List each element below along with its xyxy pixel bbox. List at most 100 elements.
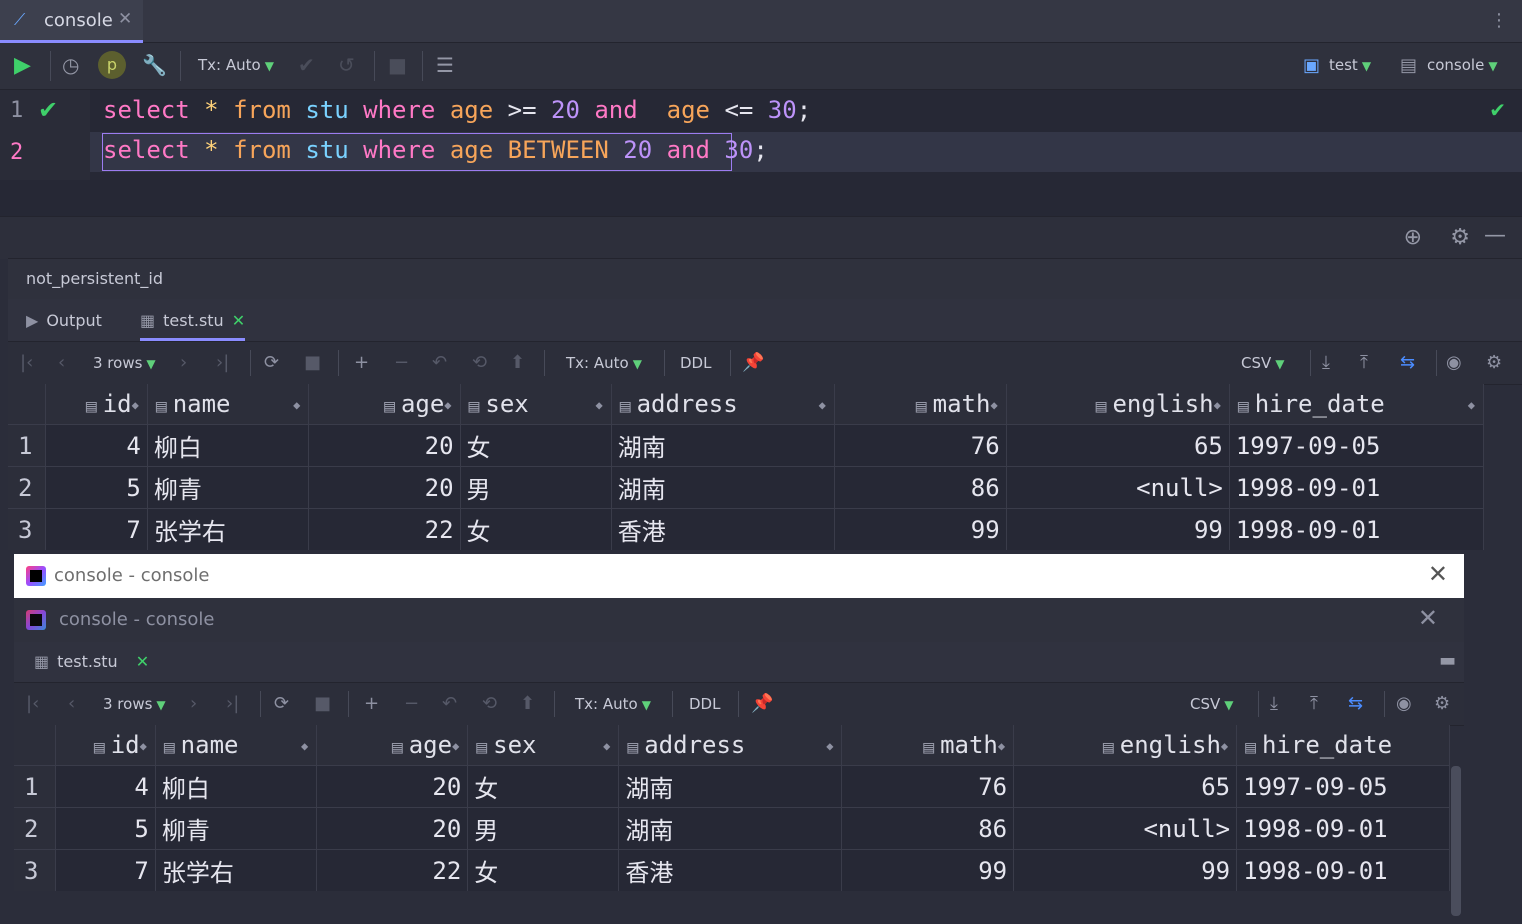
- delete-row-icon[interactable]: −: [404, 693, 419, 714]
- ddl-button[interactable]: DDL: [689, 695, 720, 713]
- next-page-icon[interactable]: ›: [180, 352, 187, 373]
- column-header[interactable]: ▤ math ◆: [841, 725, 1015, 766]
- stop-icon[interactable]: ■: [304, 352, 321, 373]
- cell-math[interactable]: 99: [841, 849, 1015, 891]
- cell-sex[interactable]: 男: [467, 807, 620, 850]
- pin-icon[interactable]: 📌: [751, 693, 773, 714]
- table-row[interactable]: 1 4 柳白 20 女 湖南 76 65 1997-09-05: [8, 424, 1485, 467]
- compare-icon[interactable]: ⇆: [1400, 352, 1415, 373]
- cell-english[interactable]: 65: [1013, 765, 1238, 808]
- rollback-icon[interactable]: ↺: [338, 53, 355, 77]
- cell-math[interactable]: 76: [841, 765, 1015, 808]
- cell-english[interactable]: 99: [1013, 849, 1238, 891]
- add-row-icon[interactable]: +: [364, 693, 379, 714]
- cell-english[interactable]: 99: [1006, 508, 1230, 550]
- prev-page-icon[interactable]: ‹: [68, 693, 75, 714]
- column-header[interactable]: ▤ age ◆: [308, 384, 461, 425]
- tab-result[interactable]: ▦ test.stu ✕: [34, 652, 149, 671]
- delete-row-icon[interactable]: −: [394, 352, 409, 373]
- cell-address[interactable]: 湖南: [618, 807, 843, 850]
- window-title-bar[interactable]: console - console ✕: [14, 554, 1464, 598]
- table-row[interactable]: 1 4 柳白 20 女 湖南 76 65 1997-09-05: [14, 765, 1450, 808]
- refresh-icon[interactable]: ⟳: [264, 352, 279, 373]
- table-row[interactable]: 2 5 柳青 20 男 湖南 86 <null> 1998-09-01: [8, 466, 1485, 509]
- minimize-icon[interactable]: —: [1484, 223, 1506, 248]
- cell-id[interactable]: 7: [55, 849, 156, 891]
- column-header[interactable]: ▤ age ◆: [316, 725, 469, 766]
- revert-icon[interactable]: ↶: [442, 693, 457, 714]
- result-grid[interactable]: ▤ id ◆ ▤ name ◆ ▤ age ◆ ▤ sex ◆ ▤ address ◆ ▤ math ◆…: [14, 725, 1450, 891]
- cell-sex[interactable]: 女: [467, 849, 620, 891]
- cell-name[interactable]: 柳白: [155, 765, 318, 808]
- revert-icon[interactable]: ↶: [432, 352, 447, 373]
- cell-age[interactable]: 20: [316, 765, 469, 808]
- prev-page-icon[interactable]: ‹: [58, 352, 65, 373]
- cell-name[interactable]: 柳青: [147, 466, 310, 509]
- stop-icon[interactable]: ■: [388, 53, 407, 77]
- table-row[interactable]: 3 7 张学右 22 女 香港 99 99 1998-09-01: [8, 508, 1485, 550]
- export-format-select[interactable]: CSV ▼: [1241, 354, 1285, 372]
- submit-icon[interactable]: ⟲: [482, 693, 497, 714]
- cell-hire-date[interactable]: 1998-09-01: [1229, 466, 1485, 509]
- cell-hire-date[interactable]: 1998-09-01: [1229, 508, 1485, 550]
- history-icon[interactable]: ◷: [62, 53, 79, 77]
- layout-icon[interactable]: ▬: [1439, 650, 1456, 671]
- cell-age[interactable]: 22: [316, 849, 469, 891]
- cell-age[interactable]: 22: [308, 508, 461, 550]
- cell-math[interactable]: 86: [834, 466, 1007, 509]
- column-header[interactable]: ▤ sex ◆: [467, 725, 620, 766]
- tx-mode-select[interactable]: Tx: Auto ▼: [566, 354, 642, 372]
- cell-name[interactable]: 张学右: [147, 508, 310, 550]
- commit-icon[interactable]: ✔: [298, 53, 315, 77]
- column-header[interactable]: ▤ math ◆: [834, 384, 1007, 425]
- eye-icon[interactable]: ◉: [1396, 693, 1412, 714]
- tab-console[interactable]: ⟋ console ✕: [0, 0, 143, 43]
- cell-id[interactable]: 5: [45, 466, 148, 509]
- execute-icon[interactable]: ▶: [14, 53, 31, 78]
- row-count-select[interactable]: 3 rows ▼: [93, 354, 156, 372]
- pin-icon[interactable]: 📌: [742, 352, 764, 373]
- column-header[interactable]: ▤ address ◆: [611, 384, 835, 425]
- cell-address[interactable]: 香港: [618, 849, 843, 891]
- download-icon[interactable]: ⤓: [1322, 352, 1330, 373]
- column-header[interactable]: ▤ id ◆: [45, 384, 148, 425]
- first-page-icon[interactable]: |‹: [26, 693, 39, 714]
- code-line-2[interactable]: select * from stu where age BETWEEN 20 a…: [103, 136, 768, 164]
- session-row[interactable]: not_persistent_id: [8, 258, 1522, 299]
- column-header[interactable]: ▤ address ◆: [618, 725, 843, 766]
- tx-mode-select[interactable]: Tx: Auto ▼: [575, 695, 651, 713]
- add-row-icon[interactable]: +: [354, 352, 369, 373]
- code-line-1[interactable]: select * from stu where age >= 20 and ag…: [103, 96, 811, 124]
- cell-address[interactable]: 湖南: [611, 424, 835, 467]
- profile-icon[interactable]: p: [98, 51, 126, 79]
- cell-name[interactable]: 张学右: [155, 849, 318, 891]
- upload-icon[interactable]: ⤒: [1360, 352, 1368, 373]
- cell-address[interactable]: 香港: [611, 508, 835, 550]
- cell-address[interactable]: 湖南: [611, 466, 835, 509]
- cell-hire-date[interactable]: 1998-09-01: [1236, 849, 1450, 891]
- vertical-scrollbar[interactable]: [1451, 766, 1461, 916]
- cell-sex[interactable]: 女: [467, 765, 620, 808]
- wrench-icon[interactable]: 🔧: [142, 53, 167, 77]
- column-header[interactable]: ▤ hire_date: [1236, 725, 1450, 766]
- eye-icon[interactable]: ◉: [1446, 352, 1462, 373]
- cell-english[interactable]: 65: [1006, 424, 1230, 467]
- cell-age[interactable]: 20: [316, 807, 469, 850]
- cell-math[interactable]: 76: [834, 424, 1007, 467]
- cell-id[interactable]: 5: [55, 807, 156, 850]
- cell-address[interactable]: 湖南: [618, 765, 843, 808]
- cell-age[interactable]: 20: [308, 424, 461, 467]
- table-row[interactable]: 3 7 张学右 22 女 香港 99 99 1998-09-01: [14, 849, 1450, 891]
- last-page-icon[interactable]: ›|: [226, 693, 239, 714]
- datasource-select[interactable]: test ▼: [1329, 56, 1371, 74]
- tx-mode-select[interactable]: Tx: Auto ▼: [198, 56, 274, 74]
- stop-icon[interactable]: ■: [314, 693, 331, 714]
- gear-icon[interactable]: ⚙: [1486, 352, 1502, 373]
- cell-sex[interactable]: 女: [460, 424, 612, 467]
- cell-math[interactable]: 99: [834, 508, 1007, 550]
- cell-sex[interactable]: 男: [460, 466, 612, 509]
- push-up-icon[interactable]: ⬆: [510, 352, 525, 373]
- table-row[interactable]: 2 5 柳青 20 男 湖南 86 <null> 1998-09-01: [14, 807, 1450, 850]
- cell-name[interactable]: 柳白: [147, 424, 310, 467]
- next-page-icon[interactable]: ›: [190, 693, 197, 714]
